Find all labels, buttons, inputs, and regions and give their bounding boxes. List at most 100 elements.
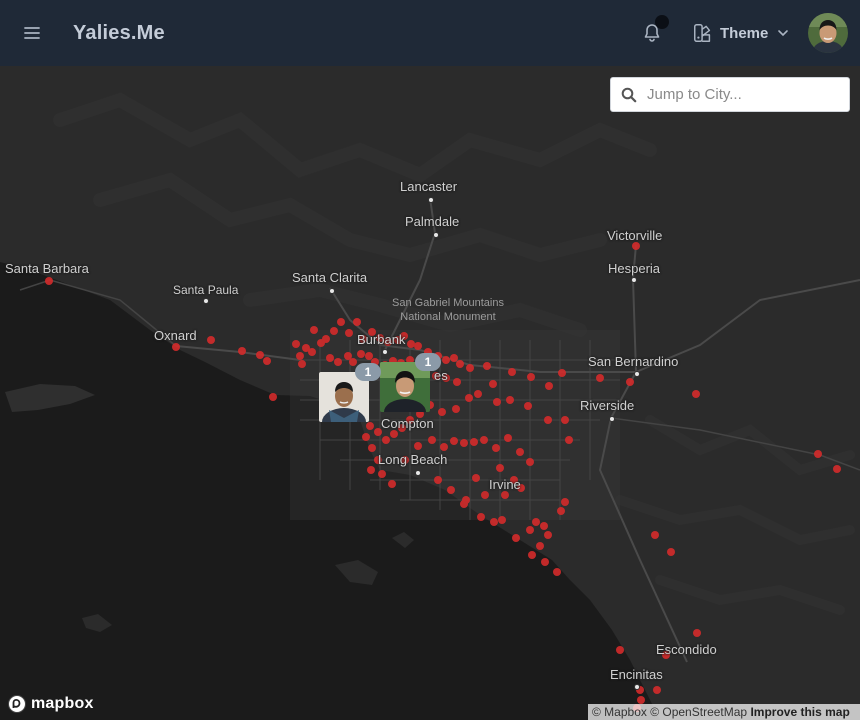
user-location-dot[interactable] <box>296 352 304 360</box>
user-location-dot[interactable] <box>545 382 553 390</box>
user-location-dot[interactable] <box>453 378 461 386</box>
user-location-dot[interactable] <box>349 358 357 366</box>
user-location-dot[interactable] <box>447 486 455 494</box>
user-location-dot[interactable] <box>310 326 318 334</box>
user-location-dot[interactable] <box>263 357 271 365</box>
user-location-dot[interactable] <box>496 464 504 472</box>
user-location-dot[interactable] <box>526 526 534 534</box>
user-location-dot[interactable] <box>561 416 569 424</box>
user-location-dot[interactable] <box>337 318 345 326</box>
user-location-dot[interactable] <box>465 394 473 402</box>
user-location-dot[interactable] <box>541 558 549 566</box>
user-location-dot[interactable] <box>480 436 488 444</box>
user-location-dot[interactable] <box>512 534 520 542</box>
user-location-dot[interactable] <box>353 318 361 326</box>
user-location-dot[interactable] <box>326 354 334 362</box>
user-location-dot[interactable] <box>382 436 390 444</box>
user-location-dot[interactable] <box>596 374 604 382</box>
map-basemap[interactable] <box>0 66 860 720</box>
user-location-dot[interactable] <box>366 422 374 430</box>
user-location-dot[interactable] <box>308 348 316 356</box>
map-canvas[interactable]: Lancaster Palmdale Victorville Hesperia … <box>0 66 860 720</box>
city-search-box[interactable] <box>610 77 850 112</box>
improve-map-link[interactable]: Improve this map <box>750 705 849 719</box>
user-location-dot[interactable] <box>524 402 532 410</box>
user-location-dot[interactable] <box>833 465 841 473</box>
user-location-dot[interactable] <box>330 327 338 335</box>
user-location-dot[interactable] <box>442 356 450 364</box>
user-location-dot[interactable] <box>637 696 645 704</box>
user-location-dot[interactable] <box>470 438 478 446</box>
user-location-dot[interactable] <box>452 405 460 413</box>
user-location-dot[interactable] <box>481 491 489 499</box>
user-location-dot[interactable] <box>651 531 659 539</box>
user-location-dot[interactable] <box>460 500 468 508</box>
user-location-dot[interactable] <box>540 522 548 530</box>
user-location-dot[interactable] <box>298 360 306 368</box>
user-location-dot[interactable] <box>269 393 277 401</box>
user-location-dot[interactable] <box>667 548 675 556</box>
user-location-dot[interactable] <box>501 491 509 499</box>
user-location-dot[interactable] <box>632 242 640 250</box>
user-location-dot[interactable] <box>456 360 464 368</box>
app-title[interactable]: Yalies.Me <box>73 22 165 45</box>
user-location-dot[interactable] <box>365 352 373 360</box>
user-location-dot[interactable] <box>508 368 516 376</box>
user-location-dot[interactable] <box>492 444 500 452</box>
mapbox-logo[interactable]: mapbox <box>7 694 94 714</box>
cluster-count-badge[interactable]: 1 <box>415 353 441 371</box>
user-location-dot[interactable] <box>544 416 552 424</box>
user-location-dot[interactable] <box>172 343 180 351</box>
user-location-dot[interactable] <box>322 335 330 343</box>
user-location-dot[interactable] <box>498 516 506 524</box>
user-location-dot[interactable] <box>477 513 485 521</box>
user-location-dot[interactable] <box>653 686 661 694</box>
user-location-dot[interactable] <box>334 358 342 366</box>
user-location-dot[interactable] <box>565 436 573 444</box>
user-location-dot[interactable] <box>493 398 501 406</box>
user-location-dot[interactable] <box>616 646 624 654</box>
user-location-dot[interactable] <box>504 434 512 442</box>
user-location-dot[interactable] <box>362 433 370 441</box>
user-location-dot[interactable] <box>256 351 264 359</box>
user-location-dot[interactable] <box>506 396 514 404</box>
attribution-text[interactable]: © Mapbox © OpenStreetMap <box>592 705 747 719</box>
user-location-dot[interactable] <box>516 448 524 456</box>
user-location-dot[interactable] <box>692 390 700 398</box>
user-location-dot[interactable] <box>814 450 822 458</box>
user-location-dot[interactable] <box>532 518 540 526</box>
user-location-dot[interactable] <box>238 347 246 355</box>
user-location-dot[interactable] <box>490 518 498 526</box>
user-location-dot[interactable] <box>558 369 566 377</box>
user-location-dot[interactable] <box>561 498 569 506</box>
user-location-dot[interactable] <box>557 507 565 515</box>
theme-dropdown-button[interactable]: Theme <box>692 20 790 46</box>
user-location-dot[interactable] <box>489 380 497 388</box>
user-location-dot[interactable] <box>483 362 491 370</box>
user-location-dot[interactable] <box>292 340 300 348</box>
user-location-dot[interactable] <box>693 629 701 637</box>
user-location-dot[interactable] <box>388 480 396 488</box>
user-location-dot[interactable] <box>407 340 415 348</box>
user-location-dot[interactable] <box>368 444 376 452</box>
user-location-dot[interactable] <box>474 390 482 398</box>
user-location-dot[interactable] <box>207 336 215 344</box>
user-location-dot[interactable] <box>626 378 634 386</box>
user-location-dot[interactable] <box>45 277 53 285</box>
city-search-input[interactable] <box>645 85 839 104</box>
user-location-dot[interactable] <box>414 442 422 450</box>
user-location-dot[interactable] <box>460 439 468 447</box>
user-location-dot[interactable] <box>450 437 458 445</box>
user-location-dot[interactable] <box>345 329 353 337</box>
user-location-dot[interactable] <box>434 476 442 484</box>
user-location-dot[interactable] <box>367 466 375 474</box>
user-location-dot[interactable] <box>428 436 436 444</box>
user-location-dot[interactable] <box>466 364 474 372</box>
user-avatar[interactable] <box>808 13 848 53</box>
user-location-dot[interactable] <box>553 568 561 576</box>
user-location-dot[interactable] <box>450 354 458 362</box>
user-location-dot[interactable] <box>527 373 535 381</box>
user-location-dot[interactable] <box>472 474 480 482</box>
user-location-dot[interactable] <box>378 470 386 478</box>
hamburger-menu-icon[interactable] <box>20 21 44 45</box>
